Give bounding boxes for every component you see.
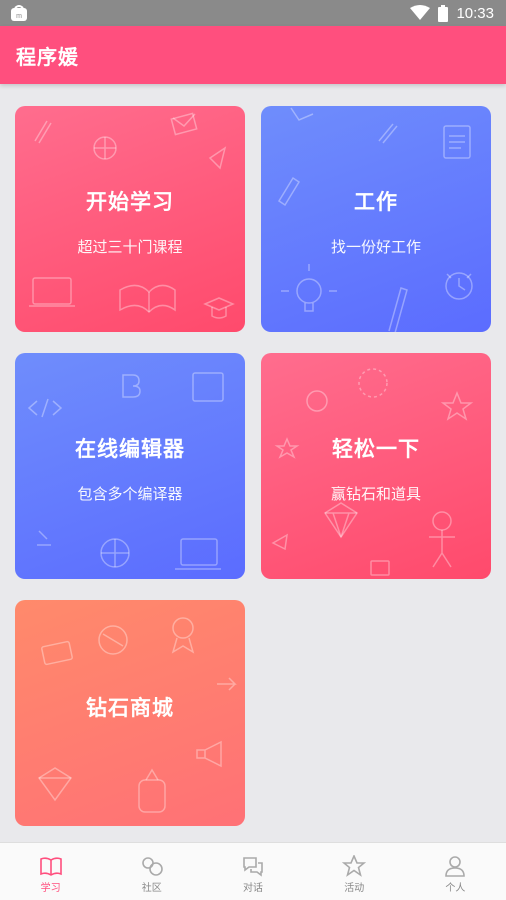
status-bar: m 10:33	[0, 0, 506, 26]
card-online-editor[interactable]: 在线编辑器 包含多个编译器	[15, 353, 245, 579]
card-title: 轻松一下	[332, 437, 420, 461]
community-icon	[141, 857, 163, 876]
card-subtitle: 包含多个编译器	[77, 485, 183, 503]
nav-item-activity[interactable]: 活动	[304, 843, 405, 900]
nav-label: 个人	[445, 883, 466, 894]
app-notification-icon: m	[11, 5, 27, 21]
card-title: 开始学习	[86, 190, 174, 214]
card-subtitle: 超过三十门课程	[77, 238, 183, 256]
card-diamond-store[interactable]: 钻石商城	[15, 600, 245, 826]
bottom-nav: 学习 社区 对话 活动 个人	[0, 842, 506, 900]
nav-label: 活动	[344, 883, 365, 894]
app-title: 程序媛	[16, 45, 79, 69]
chat-icon	[243, 857, 263, 877]
app-bar: 程序媛	[0, 26, 506, 84]
star-icon	[342, 855, 367, 877]
book-icon	[39, 857, 62, 876]
wifi-icon	[410, 5, 431, 20]
feature-grid: 开始学习 超过三十门课程 工作 找一份好工作 在线编辑器 包含多个编译器 轻松一…	[0, 84, 506, 842]
relax-doodles-icon	[271, 368, 474, 576]
card-subtitle: 找一份好工作	[330, 238, 421, 256]
card-subtitle: 赢钻石和道具	[330, 485, 421, 503]
person-icon	[445, 856, 466, 877]
nav-item-study[interactable]: 学习	[0, 843, 101, 900]
nav-label: 对话	[243, 883, 263, 894]
status-time: 10:33	[456, 4, 494, 22]
nav-label: 社区	[141, 883, 162, 894]
work-doodles-icon	[277, 107, 473, 332]
nav-item-community[interactable]: 社区	[101, 843, 202, 900]
card-relax[interactable]: 轻松一下 赢钻石和道具	[261, 353, 491, 579]
editor-doodles-icon	[27, 372, 224, 570]
nav-item-profile[interactable]: 个人	[405, 843, 506, 900]
nav-label: 学习	[40, 883, 61, 894]
card-work[interactable]: 工作 找一份好工作	[261, 106, 491, 332]
learning-doodles-icon	[29, 112, 235, 319]
card-title: 工作	[354, 190, 398, 214]
card-title: 在线编辑器	[75, 437, 185, 461]
battery-icon	[438, 4, 449, 22]
svg-text:m: m	[16, 13, 22, 20]
nav-item-chat[interactable]: 对话	[202, 843, 303, 900]
card-start-learning[interactable]: 开始学习 超过三十门课程	[15, 106, 245, 332]
card-title: 钻石商城	[86, 696, 174, 720]
